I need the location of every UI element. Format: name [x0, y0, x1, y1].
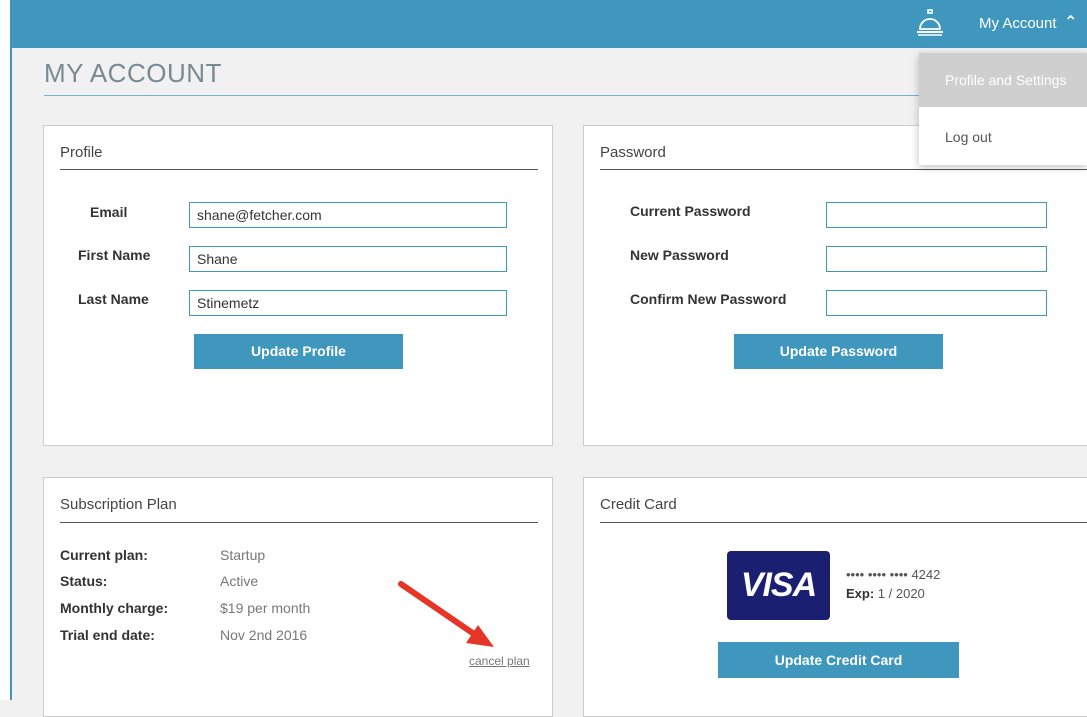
- window-left-edge: [0, 0, 12, 700]
- last-name-label: Last Name: [78, 291, 149, 307]
- email-field[interactable]: shane@fetcher.com: [189, 202, 507, 228]
- menu-item-profile-settings[interactable]: Profile and Settings: [919, 53, 1087, 107]
- status-value: Active: [220, 573, 259, 589]
- first-name-field[interactable]: Shane: [189, 246, 507, 272]
- current-password-field[interactable]: [826, 202, 1047, 228]
- card-number: •••• •••• •••• 4242: [846, 567, 941, 582]
- profile-card: Profile: [43, 125, 553, 446]
- card-divider: [600, 169, 1087, 170]
- first-name-label: First Name: [78, 247, 151, 263]
- card-title: Password: [600, 144, 666, 161]
- cancel-plan-link[interactable]: cancel plan: [469, 654, 530, 668]
- last-name-field[interactable]: Stinemetz: [189, 290, 507, 316]
- credit-card-card: Credit Card: [583, 477, 1087, 717]
- subscription-card: Subscription Plan: [43, 477, 553, 717]
- status-label: Status:: [60, 573, 108, 589]
- card-title: Subscription Plan: [60, 496, 177, 513]
- menu-item-logout[interactable]: Log out: [919, 127, 1087, 147]
- card-divider: [60, 522, 538, 523]
- chevron-up-icon[interactable]: ⌃: [1064, 12, 1077, 32]
- card-title: Profile: [60, 144, 103, 161]
- expiry-value: 1 / 2020: [877, 586, 925, 601]
- page-title: MY ACCOUNT: [44, 58, 222, 88]
- service-bell-icon[interactable]: [915, 8, 945, 38]
- confirm-password-label: Confirm New Password: [630, 291, 787, 307]
- card-divider: [600, 522, 1087, 523]
- my-account-menu[interactable]: My Account: [979, 15, 1057, 32]
- expiry-label: Exp:: [846, 586, 875, 601]
- update-credit-card-button[interactable]: Update Credit Card: [718, 642, 959, 678]
- monthly-charge-label: Monthly charge:: [60, 600, 169, 616]
- card-title: Credit Card: [600, 496, 677, 513]
- email-label: Email: [90, 204, 128, 220]
- current-password-label: Current Password: [630, 203, 751, 219]
- trial-end-label: Trial end date:: [60, 627, 155, 643]
- card-expiry: Exp: 1 / 2020: [846, 586, 925, 601]
- current-plan-label: Current plan:: [60, 547, 148, 563]
- confirm-password-field[interactable]: [826, 290, 1047, 316]
- card-divider: [60, 169, 538, 170]
- new-password-field[interactable]: [826, 246, 1047, 272]
- update-password-button[interactable]: Update Password: [734, 334, 943, 369]
- new-password-label: New Password: [630, 247, 729, 263]
- account-dropdown-menu: Profile and Settings Log out: [919, 53, 1087, 165]
- current-plan-value: Startup: [220, 547, 266, 563]
- visa-logo: VISA: [727, 551, 830, 620]
- monthly-charge-value: $19 per month: [220, 600, 311, 616]
- password-card: Password: [583, 125, 1087, 446]
- trial-end-value: Nov 2nd 2016: [220, 627, 308, 643]
- update-profile-button[interactable]: Update Profile: [194, 334, 403, 369]
